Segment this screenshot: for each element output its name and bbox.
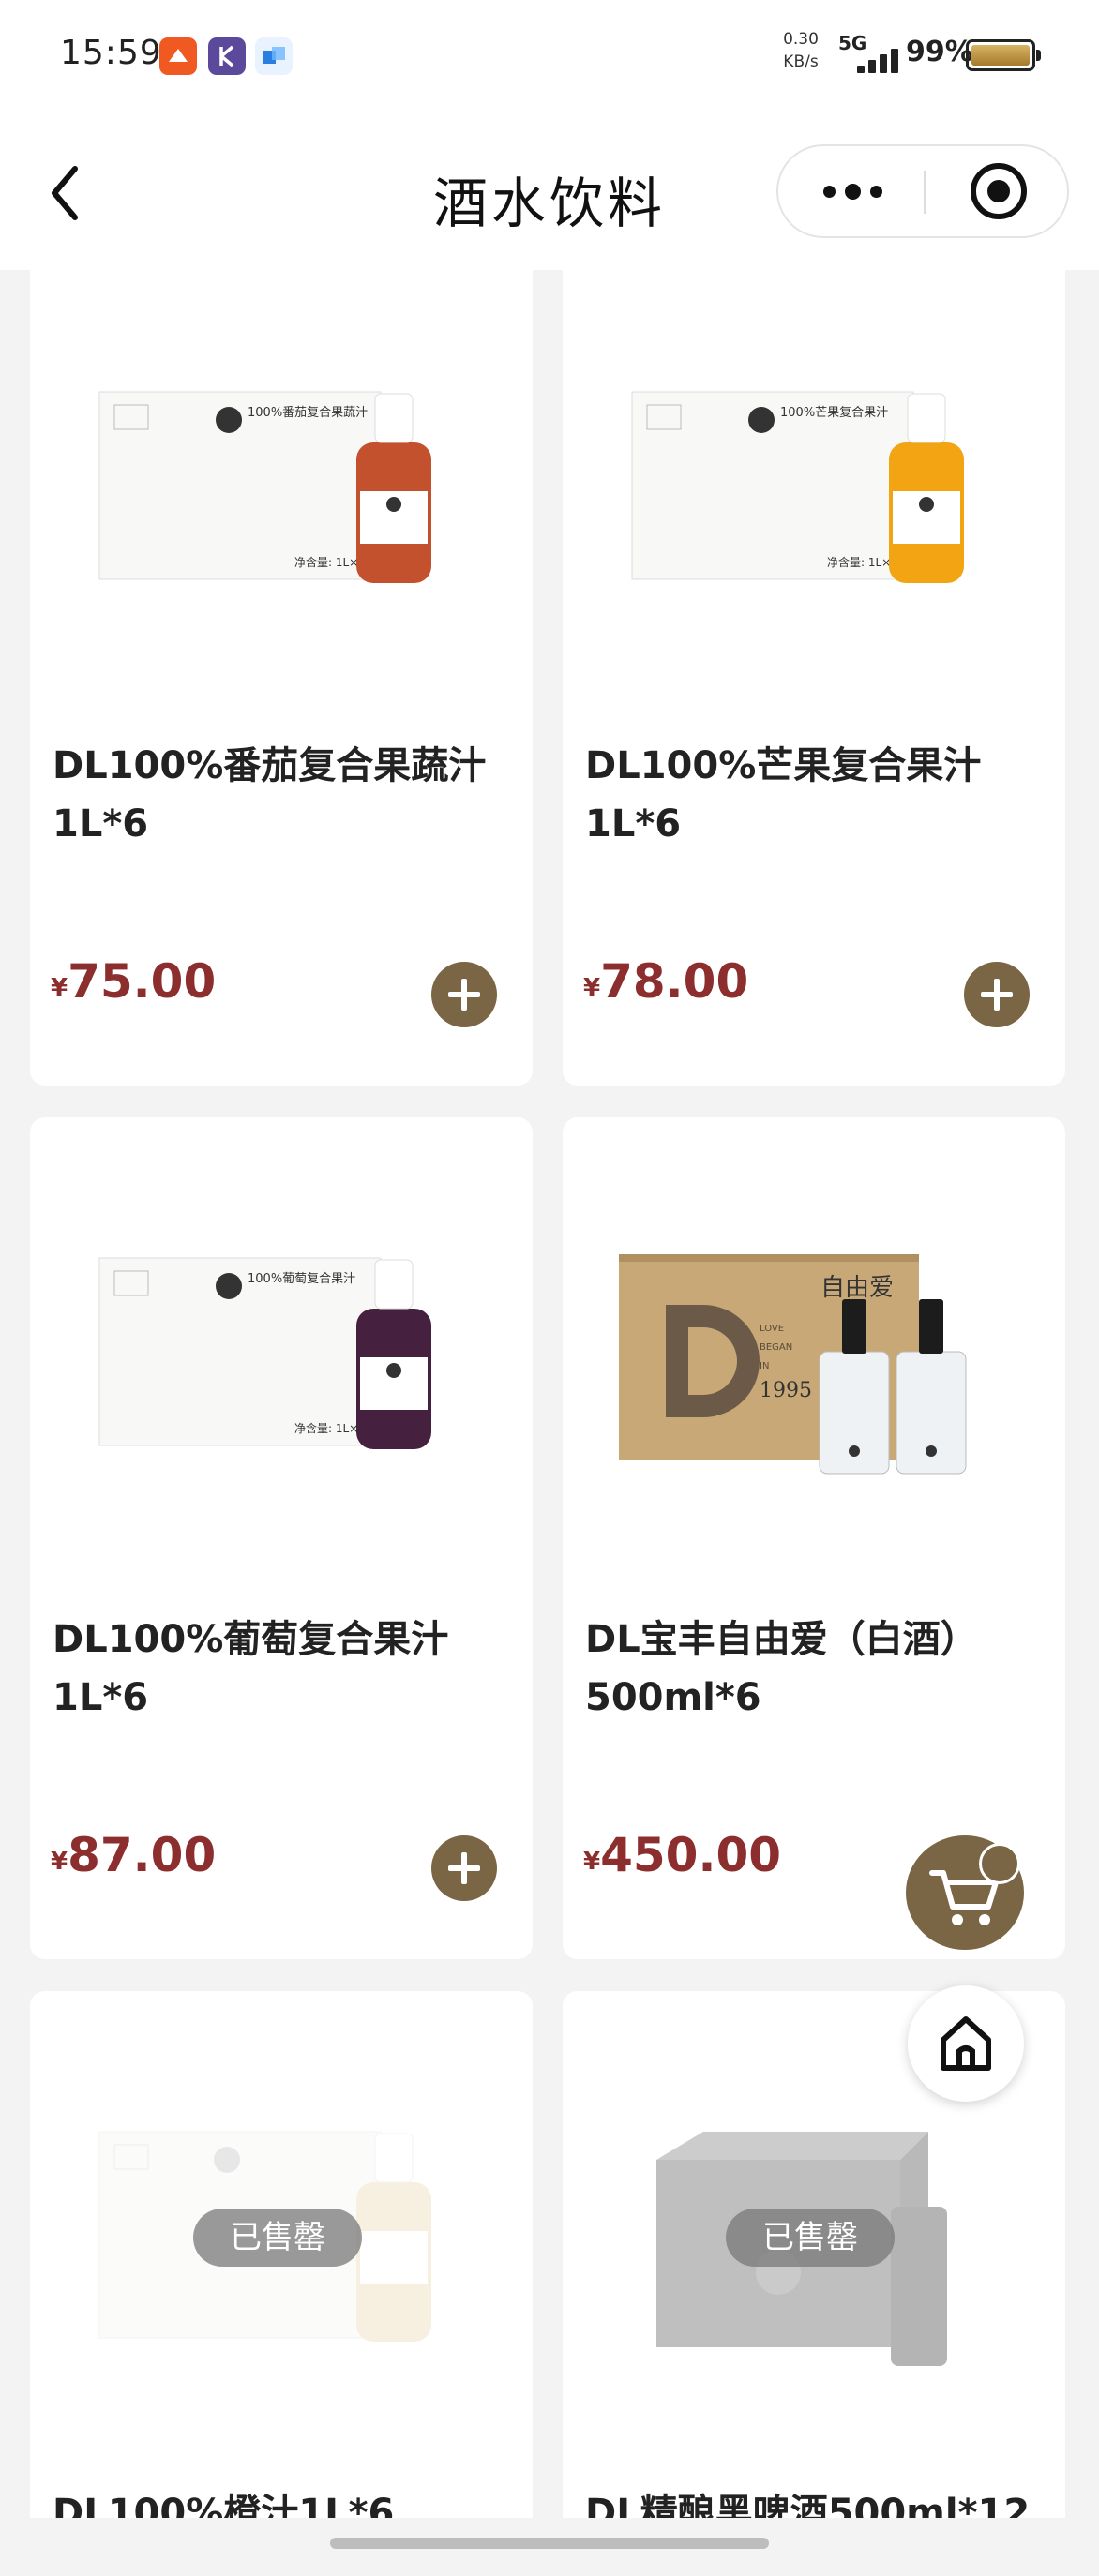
currency-symbol: ¥ <box>51 974 68 1002</box>
app-blue-icon <box>255 37 293 75</box>
cart-button[interactable] <box>906 1835 1024 1950</box>
chevron-left-icon[interactable] <box>43 159 92 227</box>
product-image: 100%葡萄复合果汁 净含量: 1L×6 <box>98 1257 431 1449</box>
image-label: 100%芒果复合果汁 <box>780 405 888 420</box>
product-price: ¥75.00 <box>51 954 216 1009</box>
capsule-divider <box>924 171 926 214</box>
image-label: BEGAN <box>760 1342 792 1353</box>
product-card[interactable]: 100%芒果复合果汁 净含量: 1L×6 DL100%芒果复合果汁1L*6 ¥7… <box>563 251 1065 1086</box>
add-to-cart-button[interactable] <box>431 962 497 1027</box>
mini-program-capsule <box>776 144 1069 238</box>
price-value: 75.00 <box>68 954 217 1009</box>
product-card[interactable]: 已售罄 DL100%橙汁1L*6 <box>30 1991 533 2576</box>
image-label: 1995 <box>760 1379 812 1402</box>
home-icon <box>941 2016 991 2071</box>
product-price: ¥450.00 <box>583 1828 781 1882</box>
product-price: ¥87.00 <box>51 1828 216 1882</box>
product-image: 100%番茄复合果蔬汁 净含量: 1L×6 <box>98 391 431 583</box>
target-close-icon[interactable] <box>971 163 1027 219</box>
home-indicator[interactable] <box>330 2538 769 2549</box>
page: 15:59 0.30 KB/s 5G 99% 酒水饮料 100%番茄复合果蔬汁 … <box>0 0 1099 2576</box>
currency-symbol: ¥ <box>51 1848 68 1876</box>
currency-symbol: ¥ <box>583 974 601 1002</box>
image-label: LOVE <box>760 1324 784 1334</box>
image-label: 自由爱 <box>820 1274 894 1302</box>
add-to-cart-button[interactable] <box>964 962 1030 1027</box>
product-name[interactable]: DL100%葡萄复合果汁1L*6 <box>53 1610 512 1727</box>
product-name[interactable]: DL宝丰自由爱（白酒）500ml*6 <box>585 1610 1045 1727</box>
signal-icon <box>850 45 898 73</box>
status-bar: 15:59 0.30 KB/s 5G 99% <box>0 0 1099 111</box>
image-label: IN <box>760 1361 769 1371</box>
product-image: 100%芒果复合果汁 净含量: 1L×6 <box>631 391 964 583</box>
add-to-cart-button[interactable] <box>431 1835 497 1901</box>
product-image: LOVE BEGAN IN 1995 自由爱 <box>619 1254 967 1475</box>
sold-out-badge: 已售罄 <box>193 2209 362 2267</box>
app-orange-icon <box>159 37 197 75</box>
image-label: 净含量: 1L×6 <box>827 555 898 569</box>
price-value: 450.00 <box>600 1828 782 1882</box>
status-time: 15:59 <box>60 34 162 72</box>
product-card[interactable]: LOVE BEGAN IN 1995 自由爱 DL宝丰自由爱（白酒）500ml*… <box>563 1117 1065 1959</box>
net-speed: 0.30 KB/s <box>775 28 827 73</box>
battery-percent: 99% <box>906 36 973 68</box>
product-name[interactable]: DL100%芒果复合果汁1L*6 <box>585 737 1045 853</box>
image-label: 净含量: 1L×6 <box>294 555 366 569</box>
price-value: 87.00 <box>68 1828 217 1882</box>
home-button[interactable] <box>908 1985 1024 2102</box>
price-value: 78.00 <box>600 954 749 1009</box>
sold-out-badge: 已售罄 <box>726 2209 895 2267</box>
more-dots-icon[interactable] <box>778 146 924 236</box>
product-card[interactable]: 100%番茄复合果蔬汁 净含量: 1L×6 DL100%番茄复合果蔬汁1L*6 … <box>30 251 533 1086</box>
image-label: 100%番茄复合果蔬汁 <box>248 406 368 420</box>
cart-badge <box>979 1843 1020 1884</box>
currency-symbol: ¥ <box>583 1848 601 1876</box>
page-title: 酒水饮料 <box>432 172 666 235</box>
product-price: ¥78.00 <box>583 954 748 1009</box>
battery-icon <box>966 39 1041 71</box>
product-card[interactable]: 100%葡萄复合果汁 净含量: 1L×6 DL100%葡萄复合果汁1L*6 ¥8… <box>30 1117 533 1959</box>
nav-bar: 酒水饮料 <box>0 111 1099 270</box>
net-speed-unit: KB/s <box>783 52 819 71</box>
app-purple-icon <box>208 37 246 75</box>
net-speed-value: 0.30 <box>783 30 819 49</box>
image-label: 净含量: 1L×6 <box>294 1421 366 1435</box>
image-label: 100%葡萄复合果汁 <box>248 1272 355 1286</box>
product-name[interactable]: DL100%番茄复合果蔬汁1L*6 <box>53 737 512 853</box>
